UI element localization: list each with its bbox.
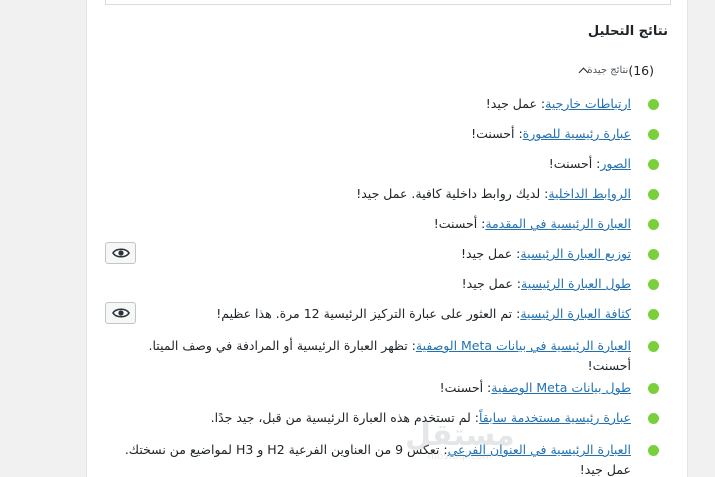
result-row: عبارة رئيسية للصورة: أحسنت!	[87, 124, 687, 144]
good-status-bullet	[648, 129, 659, 140]
result-description: : أحسنت!	[433, 216, 486, 231]
good-status-bullet	[648, 99, 659, 110]
page-margin	[688, 0, 715, 477]
result-text: كثافة العبارة الرئيسية: تم العثور على عب…	[111, 304, 631, 324]
result-text: العبارة الرئيسية في المقدمة: أحسنت!	[111, 214, 631, 234]
analysis-panel: نتائج التحليل نتائج جيدة (16) ارتباطات خ…	[86, 0, 688, 477]
result-row: العبارة الرئيسية في العنوان الفرعي: تعكس…	[87, 440, 687, 477]
result-row: توزيع العبارة الرئيسية: عمل جيد!	[87, 242, 687, 264]
good-status-bullet	[648, 383, 659, 394]
result-link[interactable]: عبارة رئيسية للصورة	[523, 126, 631, 141]
result-link[interactable]: عبارة رئيسية مستخدمة سابقاً	[479, 410, 631, 425]
result-text: طول العبارة الرئيسية: عمل جيد!	[111, 274, 631, 294]
result-link[interactable]: كثافة العبارة الرئيسية	[520, 306, 631, 321]
result-description: : عمل جيد!	[485, 96, 546, 111]
result-link[interactable]: الروابط الداخلية	[548, 186, 631, 201]
result-row: الروابط الداخلية: لديك روابط داخلية كافي…	[87, 184, 687, 204]
result-row: طول العبارة الرئيسية: عمل جيد!	[87, 274, 687, 294]
good-status-bullet	[648, 309, 659, 320]
result-row: العبارة الرئيسية في بيانات Meta الوصفية:…	[87, 336, 687, 373]
good-status-bullet	[648, 219, 659, 230]
good-status-bullet	[648, 249, 659, 260]
result-description: : أحسنت!	[471, 126, 523, 141]
result-link[interactable]: العبارة الرئيسية في بيانات Meta الوصفية	[416, 338, 631, 353]
result-text: العبارة الرئيسية في العنوان الفرعي: تعكس…	[111, 440, 631, 477]
result-description: : أحسنت!	[439, 380, 492, 395]
good-status-bullet	[648, 159, 659, 170]
good-status-bullet	[648, 279, 659, 290]
result-row: الصور: أحسنت!	[87, 154, 687, 174]
result-text: العبارة الرئيسية في بيانات Meta الوصفية:…	[111, 336, 631, 376]
result-description: : لديك روابط داخلية كافية. عمل جيد!	[356, 186, 549, 201]
result-text: عبارة رئيسية مستخدمة سابقاً: لم تستخدم ه…	[111, 408, 631, 428]
result-text: ارتباطات خارجية: عمل جيد!	[111, 94, 631, 114]
highlight-toggle-button[interactable]	[105, 242, 136, 264]
result-text: الصور: أحسنت!	[111, 154, 631, 174]
result-row: العبارة الرئيسية في المقدمة: أحسنت!	[87, 214, 687, 234]
result-link[interactable]: توزيع العبارة الرئيسية	[520, 246, 631, 261]
result-row: كثافة العبارة الرئيسية: تم العثور على عب…	[87, 302, 687, 324]
result-text: الروابط الداخلية: لديك روابط داخلية كافي…	[111, 184, 631, 204]
result-link[interactable]: العبارة الرئيسية في العنوان الفرعي	[448, 442, 631, 457]
result-row: طول بيانات Meta الوصفية: أحسنت!	[87, 378, 687, 398]
results-list: ارتباطات خارجية: عمل جيد! عبارة رئيسية لل…	[87, 0, 687, 477]
result-description: : عمل جيد!	[461, 246, 521, 261]
good-status-bullet	[648, 341, 659, 352]
result-description: : عمل جيد!	[461, 276, 522, 291]
highlight-toggle-button[interactable]	[105, 302, 136, 324]
result-row: عبارة رئيسية مستخدمة سابقاً: لم تستخدم ه…	[87, 408, 687, 428]
eye-icon	[111, 307, 130, 319]
result-text: طول بيانات Meta الوصفية: أحسنت!	[111, 378, 631, 398]
good-status-bullet	[648, 445, 659, 456]
result-description: : لم تستخدم هذه العبارة الرئيسية من قبل،…	[210, 410, 479, 425]
result-description: : أحسنت!	[548, 156, 601, 171]
result-link[interactable]: طول بيانات Meta الوصفية	[491, 380, 631, 395]
result-text: توزيع العبارة الرئيسية: عمل جيد!	[111, 244, 631, 264]
result-row: ارتباطات خارجية: عمل جيد!	[87, 94, 687, 114]
eye-icon	[111, 247, 130, 259]
result-link[interactable]: ارتباطات خارجية	[545, 96, 631, 111]
result-description: : تم العثور على عبارة التركيز الرئيسية 1…	[216, 306, 521, 321]
result-link[interactable]: الصور	[600, 156, 631, 171]
result-text: عبارة رئيسية للصورة: أحسنت!	[111, 124, 631, 144]
result-link[interactable]: طول العبارة الرئيسية	[521, 276, 631, 291]
good-status-bullet	[648, 413, 659, 424]
good-status-bullet	[648, 189, 659, 200]
result-link[interactable]: العبارة الرئيسية في المقدمة	[485, 216, 631, 231]
